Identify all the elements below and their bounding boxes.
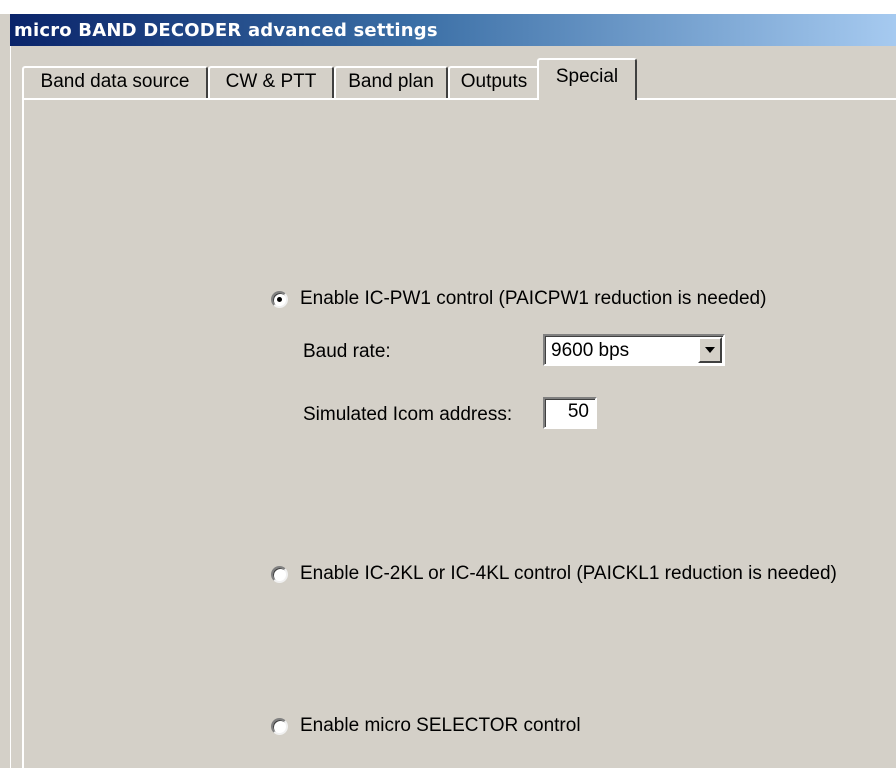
tab-strip: Band data source CW & PTT Band plan Outp…	[22, 58, 896, 100]
tab-special[interactable]: Special	[537, 58, 637, 100]
baud-rate-label: Baud rate:	[303, 341, 391, 362]
tab-label: Special	[555, 66, 619, 87]
tab-outputs[interactable]: Outputs	[448, 66, 540, 98]
icpw1-label: Enable IC-PW1 control (PAICPW1 reduction…	[300, 288, 767, 309]
window-left-border	[0, 14, 11, 768]
settings-window: micro BAND DECODER advanced settings Ban…	[0, 0, 896, 768]
icom-address-input[interactable]: 50	[543, 397, 597, 429]
window-title: micro BAND DECODER advanced settings	[14, 20, 438, 41]
ic2kl-label: Enable IC-2KL or IC-4KL control (PAICKL1…	[300, 563, 837, 584]
tab-page-special	[22, 98, 896, 768]
title-bar[interactable]: micro BAND DECODER advanced settings	[10, 14, 896, 46]
selector-radio[interactable]	[271, 717, 288, 735]
icpw1-radio[interactable]	[271, 290, 288, 308]
selected-tab-joint	[539, 98, 635, 101]
tab-label: CW & PTT	[225, 71, 317, 92]
selector-label: Enable micro SELECTOR control	[300, 715, 581, 736]
tab-label: Band data source	[40, 71, 190, 92]
dropdown-button[interactable]	[698, 337, 722, 363]
icpw1-option[interactable]: Enable IC-PW1 control (PAICPW1 reduction…	[271, 288, 766, 310]
tab-label: Outputs	[460, 71, 528, 92]
baud-rate-value: 9600 bps	[551, 340, 630, 361]
chevron-down-icon	[705, 347, 715, 353]
tab-cw-ptt[interactable]: CW & PTT	[208, 66, 334, 98]
icom-address-label: Simulated Icom address:	[303, 404, 513, 425]
ic2kl-radio[interactable]	[271, 565, 288, 583]
ic2kl-option[interactable]: Enable IC-2KL or IC-4KL control (PAICKL1…	[271, 563, 837, 585]
selector-option[interactable]: Enable micro SELECTOR control	[271, 715, 581, 737]
desktop-strip	[0, 0, 896, 14]
baud-rate-select[interactable]: 9600 bps	[543, 334, 725, 366]
tab-label: Band plan	[348, 71, 434, 92]
tab-band-plan[interactable]: Band plan	[334, 66, 448, 98]
tab-band-data-source[interactable]: Band data source	[22, 66, 208, 98]
